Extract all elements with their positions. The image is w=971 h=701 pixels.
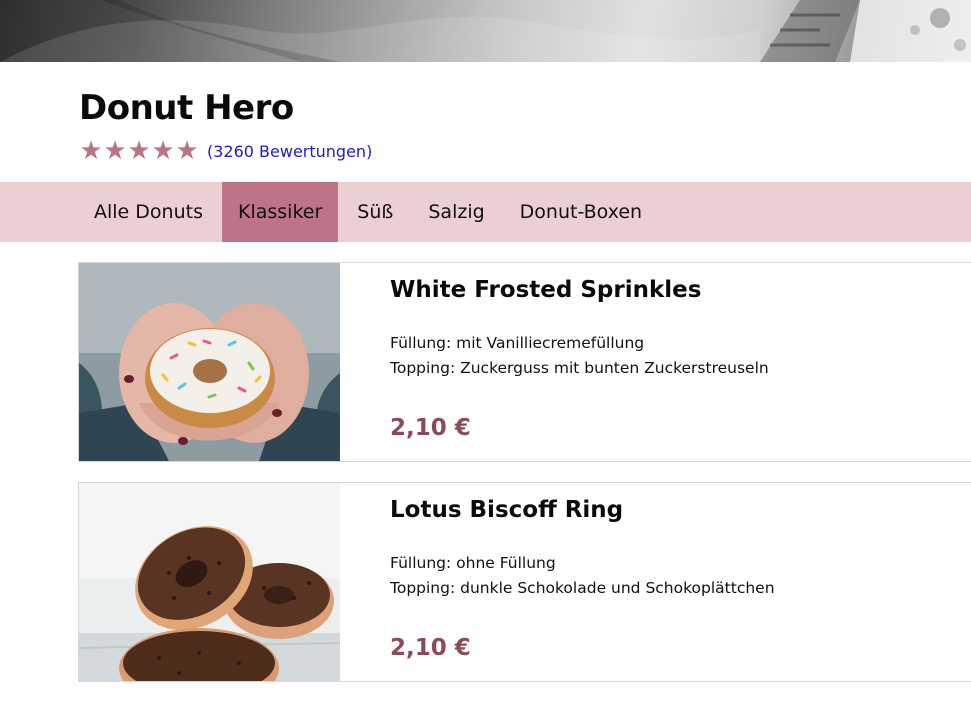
tab-klassiker[interactable]: Klassiker bbox=[221, 182, 339, 242]
star-rating: ★ ★ ★ ★ ★ bbox=[79, 138, 199, 164]
star-icon: ★ bbox=[151, 136, 175, 166]
product-description: Füllung: ohne Füllung Topping: dunkle Sc… bbox=[390, 551, 775, 601]
reviews-link[interactable]: (3260 Bewertungen) bbox=[207, 142, 372, 161]
product-name[interactable]: Lotus Biscoff Ring bbox=[390, 497, 623, 523]
star-icon: ★ bbox=[127, 136, 151, 166]
product-image[interactable] bbox=[79, 483, 340, 681]
hero-banner-image bbox=[0, 0, 971, 62]
tab-salzig[interactable]: Salzig bbox=[412, 182, 500, 242]
rating-row: ★ ★ ★ ★ ★ (3260 Bewertungen) bbox=[79, 138, 372, 164]
donut-in-hands-photo bbox=[79, 263, 340, 461]
star-icon: ★ bbox=[175, 136, 199, 166]
chocolate-donuts-photo bbox=[79, 483, 340, 681]
product-description: Füllung: mit Vanilliecremefüllung Toppin… bbox=[390, 331, 769, 381]
product-price: 2,10 € bbox=[390, 415, 471, 441]
star-icon: ★ bbox=[103, 136, 127, 166]
store-title: Donut Hero bbox=[79, 88, 294, 128]
tab-suess[interactable]: Süß bbox=[341, 182, 409, 242]
product-price: 2,10 € bbox=[390, 635, 471, 661]
product-card[interactable]: Lotus Biscoff Ring Füllung: ohne Füllung… bbox=[78, 482, 971, 682]
product-topping: Topping: dunkle Schokolade und Schokoplä… bbox=[390, 579, 775, 597]
product-topping: Topping: Zuckerguss mit bunten Zuckerstr… bbox=[390, 359, 769, 377]
star-icon: ★ bbox=[79, 136, 103, 166]
product-image[interactable] bbox=[79, 263, 340, 461]
tab-donut-boxen[interactable]: Donut-Boxen bbox=[504, 182, 658, 242]
product-card[interactable]: White Frosted Sprinkles Füllung: mit Van… bbox=[78, 262, 971, 462]
tab-alle-donuts[interactable]: Alle Donuts bbox=[78, 182, 219, 242]
category-nav: Alle Donuts Klassiker Süß Salzig Donut-B… bbox=[0, 182, 971, 242]
product-name[interactable]: White Frosted Sprinkles bbox=[390, 277, 701, 303]
product-filling: Füllung: mit Vanilliecremefüllung bbox=[390, 334, 645, 352]
product-filling: Füllung: ohne Füllung bbox=[390, 554, 556, 572]
